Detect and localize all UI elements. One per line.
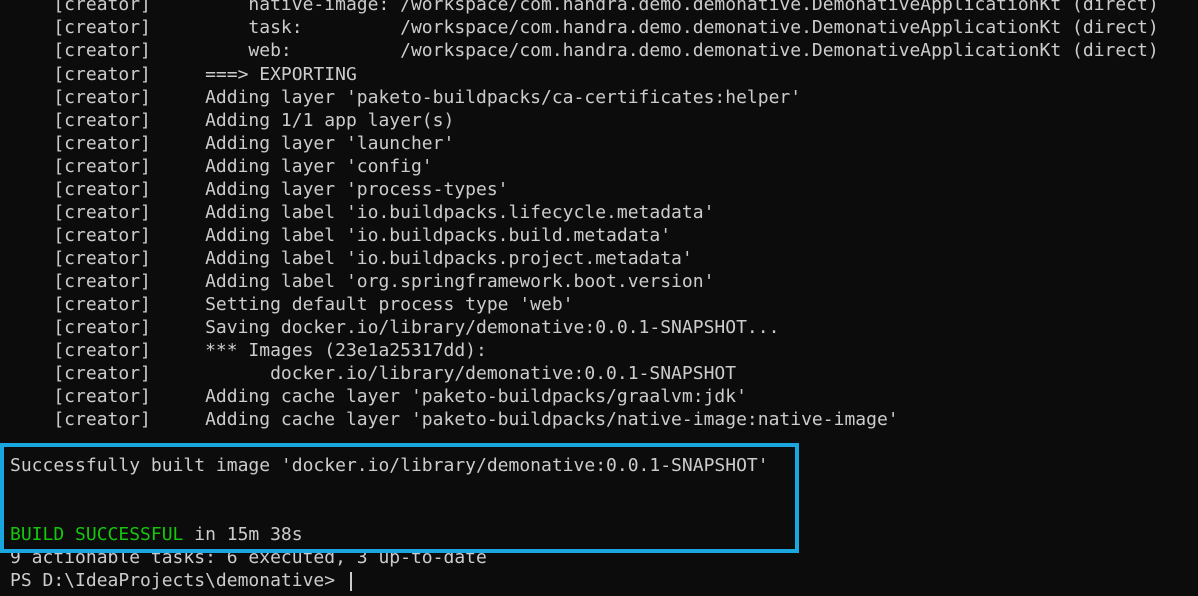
log-line: [creator] Setting default process type '…	[10, 294, 574, 315]
log-line: [creator] *** Images (23e1a25317dd):	[10, 340, 487, 361]
log-line: [creator] Adding label 'io.buildpacks.pr…	[10, 248, 693, 269]
log-line: [creator] Adding 1/1 app layer(s)	[10, 110, 455, 131]
log-line: [creator] Saving docker.io/library/demon…	[10, 317, 780, 338]
text-cursor	[349, 571, 352, 591]
log-line: [creator] Adding label 'io.buildpacks.li…	[10, 202, 715, 223]
log-line: [creator] ===> EXPORTING	[10, 64, 357, 85]
log-line: [creator] Adding layer 'process-types'	[10, 179, 509, 200]
log-line: [creator] Adding cache layer 'paketo-bui…	[10, 386, 747, 407]
log-line: [creator] Adding layer 'launcher'	[10, 133, 455, 154]
log-line: [creator] web: /workspace/com.handra.dem…	[10, 40, 1159, 61]
terminal-window[interactable]: [creator] native-image: /workspace/com.h…	[0, 0, 1198, 596]
log-line: [creator] native-image: /workspace/com.h…	[10, 0, 1159, 15]
success-message: Successfully built image 'docker.io/libr…	[10, 455, 769, 476]
shell-prompt: PS D:\IdeaProjects\demonative>	[10, 570, 346, 591]
log-line: [creator] task: /workspace/com.handra.de…	[10, 17, 1159, 38]
build-result-line: BUILD SUCCESSFUL in 15m 38s	[10, 523, 303, 546]
log-line: [creator] Adding layer 'config'	[10, 156, 433, 177]
tasks-summary: 9 actionable tasks: 6 executed, 3 up-to-…	[10, 547, 487, 568]
prompt-line[interactable]: PS D:\IdeaProjects\demonative>	[10, 569, 352, 592]
log-line: [creator] Adding label 'io.buildpacks.bu…	[10, 225, 672, 246]
log-line: [creator] Adding cache layer 'paketo-bui…	[10, 409, 899, 430]
build-time: in 15m 38s	[183, 524, 303, 545]
log-line: [creator] docker.io/library/demonative:0…	[10, 363, 737, 384]
log-line: [creator] Adding label 'org.springframew…	[10, 271, 715, 292]
build-status: BUILD SUCCESSFUL	[10, 524, 184, 545]
log-line: [creator] Adding layer 'paketo-buildpack…	[10, 87, 802, 108]
